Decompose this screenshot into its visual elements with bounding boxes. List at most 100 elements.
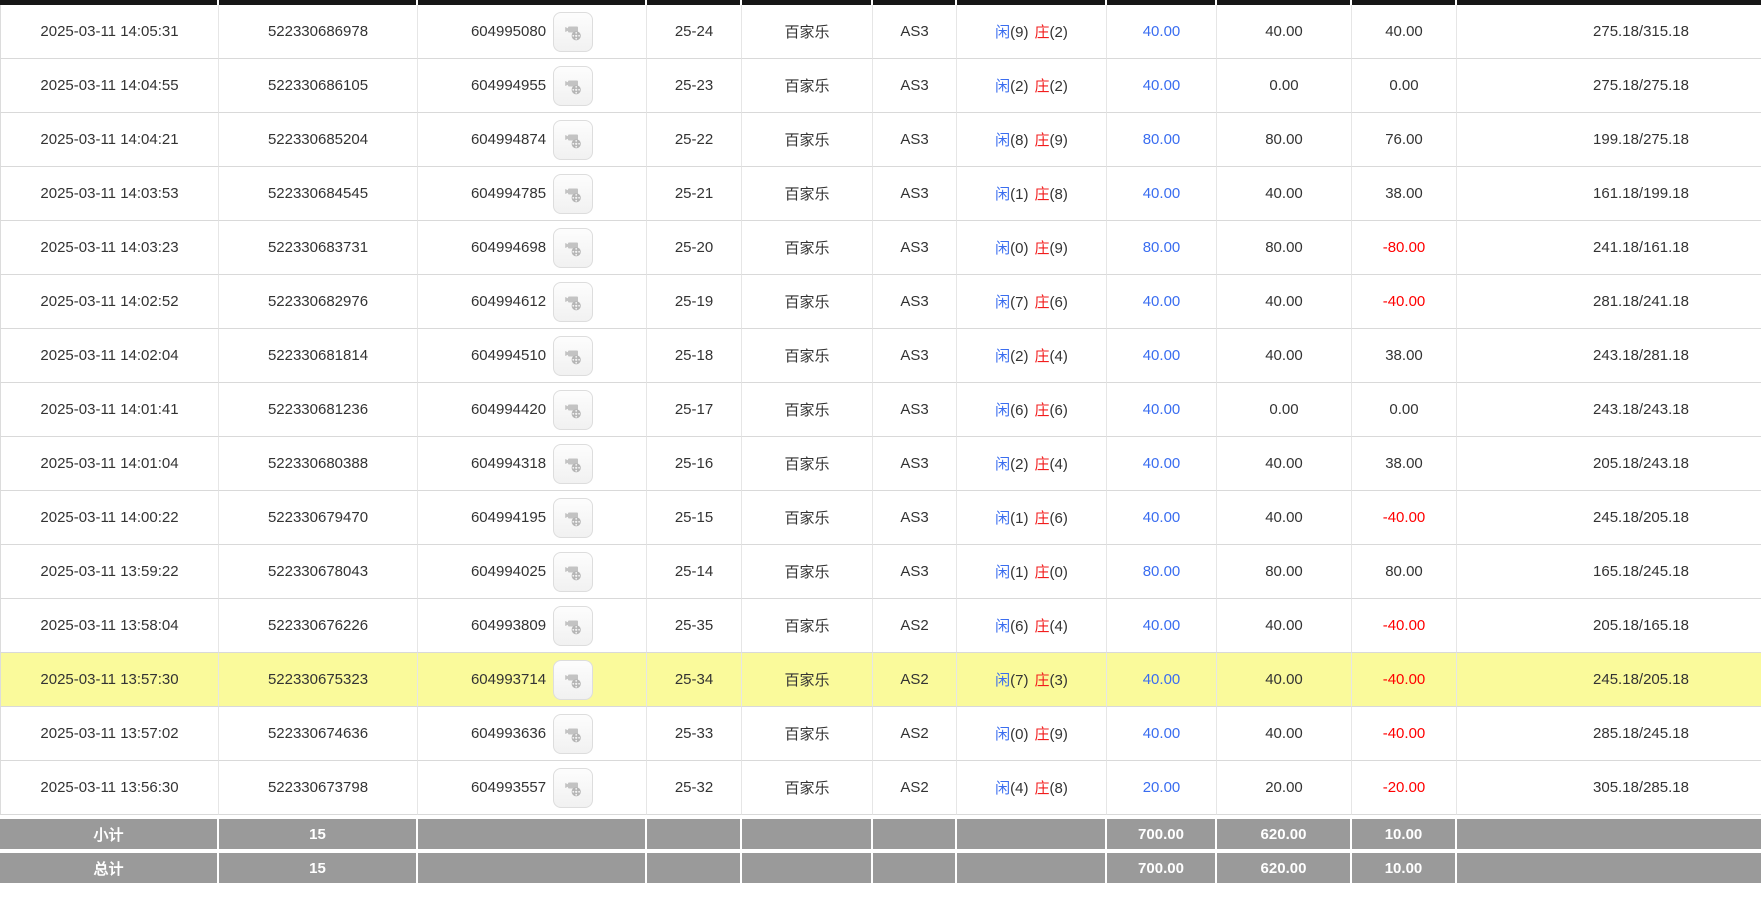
banker-score: (8) [1050,186,1068,203]
video-replay-button[interactable] [553,660,593,700]
video-replay-button[interactable] [553,120,593,160]
table-row[interactable]: 2025-03-11 13:57:02 522330674636 6049936… [0,707,1761,761]
summary-bet-cell: 700.00 [1107,849,1217,883]
summary-row: 总计 15 700.00 620.00 10.00 [0,849,1761,883]
result-cell: 闲(2)庄(4) [957,329,1107,383]
valid-bet-cell: 80.00 [1217,545,1352,599]
balance-cell: 275.18/315.18 [1457,5,1761,59]
table-row[interactable]: 2025-03-11 14:03:23 522330683731 6049946… [0,221,1761,275]
bet-amount-link[interactable]: 40.00 [1143,77,1181,94]
bet-amount-link[interactable]: 40.00 [1143,293,1181,310]
bet-amount-cell: 40.00 [1107,599,1217,653]
video-replay-button[interactable] [553,498,593,538]
game-number: 604994785 [471,185,546,202]
valid-bet-cell: 80.00 [1217,113,1352,167]
round-cell: 25-22 [647,113,742,167]
table-row[interactable]: 2025-03-11 13:57:30 522330675323 6049937… [0,653,1761,707]
player-score: (0) [1010,240,1028,257]
game-number: 604994420 [471,401,546,418]
game-number: 604994612 [471,293,546,310]
table-row[interactable]: 2025-03-11 14:04:55 522330686105 6049949… [0,59,1761,113]
game-number-cell: 604994318 [418,437,647,491]
balance-cell: 281.18/241.18 [1457,275,1761,329]
valid-bet-cell: 0.00 [1217,59,1352,113]
game-type-cell: 百家乐 [742,221,873,275]
table-row[interactable]: 2025-03-11 14:02:04 522330681814 6049945… [0,329,1761,383]
game-number-cell: 604994025 [418,545,647,599]
result-cell: 闲(1)庄(6) [957,491,1107,545]
summary-label-cell: 小计 [0,815,219,849]
bet-amount-link[interactable]: 80.00 [1143,239,1181,256]
video-replay-icon [563,238,583,258]
video-replay-button[interactable] [553,552,593,592]
order-number-cell: 522330676226 [219,599,418,653]
order-number-cell: 522330682976 [219,275,418,329]
win-loss-cell: 0.00 [1352,383,1457,437]
bet-amount-link[interactable]: 40.00 [1143,401,1181,418]
order-number-cell: 522330685204 [219,113,418,167]
video-replay-button[interactable] [553,606,593,646]
win-loss-cell: 76.00 [1352,113,1457,167]
table-row[interactable]: 2025-03-11 14:01:04 522330680388 6049943… [0,437,1761,491]
bet-amount-link[interactable]: 40.00 [1143,617,1181,634]
game-table-cell: AS2 [873,599,957,653]
video-replay-icon [563,130,583,150]
video-replay-button[interactable] [553,714,593,754]
table-row[interactable]: 2025-03-11 13:56:30 522330673798 6049935… [0,761,1761,815]
table-row[interactable]: 2025-03-11 14:03:53 522330684545 6049947… [0,167,1761,221]
bet-time-cell: 2025-03-11 14:02:52 [0,275,219,329]
table-row[interactable]: 2025-03-11 14:05:31 522330686978 6049950… [0,5,1761,59]
banker-score: (6) [1050,402,1068,419]
bet-amount-link[interactable]: 40.00 [1143,23,1181,40]
valid-bet-cell: 20.00 [1217,761,1352,815]
bet-amount-link[interactable]: 40.00 [1143,347,1181,364]
table-row[interactable]: 2025-03-11 13:58:04 522330676226 6049938… [0,599,1761,653]
round-cell: 25-35 [647,599,742,653]
bet-amount-link[interactable]: 40.00 [1143,455,1181,472]
round-cell: 25-32 [647,761,742,815]
bet-amount-link[interactable]: 20.00 [1143,779,1181,796]
bet-time-cell: 2025-03-11 14:04:21 [0,113,219,167]
bet-amount-cell: 40.00 [1107,59,1217,113]
result-cell: 闲(7)庄(6) [957,275,1107,329]
game-type-cell: 百家乐 [742,599,873,653]
video-replay-button[interactable] [553,444,593,484]
table-row[interactable]: 2025-03-11 14:00:22 522330679470 6049941… [0,491,1761,545]
video-replay-button[interactable] [553,282,593,322]
bet-amount-link[interactable]: 40.00 [1143,185,1181,202]
result-cell: 闲(1)庄(0) [957,545,1107,599]
video-replay-button[interactable] [553,390,593,430]
valid-bet-cell: 40.00 [1217,707,1352,761]
video-replay-button[interactable] [553,174,593,214]
game-type-cell: 百家乐 [742,59,873,113]
win-loss-cell: -20.00 [1352,761,1457,815]
bet-amount-link[interactable]: 40.00 [1143,725,1181,742]
table-row[interactable]: 2025-03-11 14:01:41 522330681236 6049944… [0,383,1761,437]
bet-amount-link[interactable]: 80.00 [1143,563,1181,580]
balance-cell: 243.18/281.18 [1457,329,1761,383]
bet-amount-link[interactable]: 40.00 [1143,671,1181,688]
round-cell: 25-20 [647,221,742,275]
summary-count-cell: 15 [219,849,418,883]
banker-label: 庄 [1035,726,1050,743]
bet-amount-link[interactable]: 40.00 [1143,509,1181,526]
table-row[interactable]: 2025-03-11 13:59:22 522330678043 6049940… [0,545,1761,599]
player-label: 闲 [995,186,1010,203]
bet-amount-cell: 80.00 [1107,221,1217,275]
table-row[interactable]: 2025-03-11 14:04:21 522330685204 6049948… [0,113,1761,167]
result-cell: 闲(2)庄(2) [957,59,1107,113]
table-row[interactable]: 2025-03-11 14:02:52 522330682976 6049946… [0,275,1761,329]
video-replay-button[interactable] [553,336,593,376]
game-table-cell: AS3 [873,5,957,59]
valid-bet-cell: 40.00 [1217,653,1352,707]
bet-amount-link[interactable]: 80.00 [1143,131,1181,148]
player-label: 闲 [995,294,1010,311]
video-replay-button[interactable] [553,12,593,52]
video-replay-button[interactable] [553,66,593,106]
game-number: 604993809 [471,617,546,634]
video-replay-button[interactable] [553,768,593,808]
game-number: 604993557 [471,779,546,796]
banker-score: (9) [1050,240,1068,257]
video-replay-button[interactable] [553,228,593,268]
banker-score: (2) [1050,24,1068,41]
